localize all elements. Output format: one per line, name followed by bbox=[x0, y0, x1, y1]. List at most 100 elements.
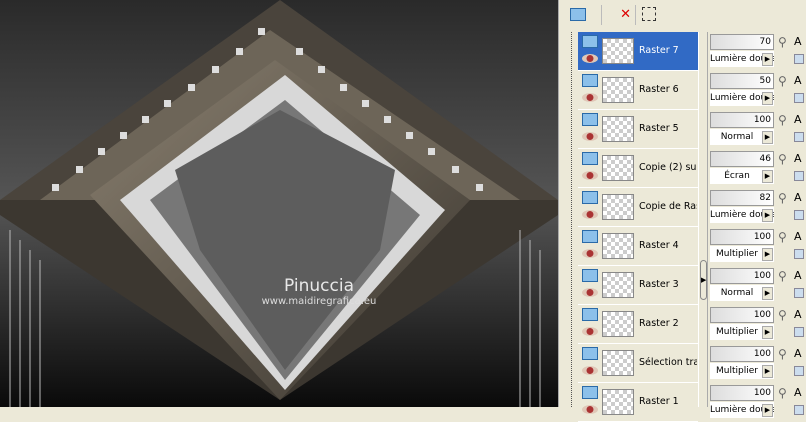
layer-name: Sélection transl bbox=[639, 357, 697, 368]
layer-thumbnail bbox=[602, 116, 634, 142]
layer-row[interactable]: Raster 5 bbox=[578, 110, 698, 149]
opacity-slider[interactable]: 82 bbox=[710, 190, 774, 206]
opacity-slider[interactable]: 70 bbox=[710, 34, 774, 50]
layer-row[interactable]: Copie (2) sur R bbox=[578, 149, 698, 188]
layer-thumbnail bbox=[602, 272, 634, 298]
blend-dropdown-arrow-icon[interactable]: ▶ bbox=[762, 404, 773, 417]
visibility-eye-icon[interactable] bbox=[582, 327, 598, 336]
link-icon[interactable]: ⚲ bbox=[778, 230, 787, 244]
visibility-eye-icon[interactable] bbox=[582, 171, 598, 180]
link-icon[interactable]: ⚲ bbox=[778, 191, 787, 205]
mask-toggle-icon[interactable] bbox=[794, 93, 804, 103]
layer-type-icon bbox=[582, 191, 598, 204]
lock-alpha-label[interactable]: A bbox=[794, 191, 802, 204]
blend-dropdown-arrow-icon[interactable]: ▶ bbox=[762, 365, 773, 378]
mask-toggle-icon[interactable] bbox=[794, 327, 804, 337]
blend-dropdown-arrow-icon[interactable]: ▶ bbox=[762, 209, 773, 222]
opacity-slider[interactable]: 100 bbox=[710, 268, 774, 284]
opacity-slider[interactable]: 46 bbox=[710, 151, 774, 167]
opacity-slider[interactable]: 100 bbox=[710, 112, 774, 128]
layer-properties: 100 Lumière douce ▶ ⚲ A bbox=[708, 383, 806, 422]
layer-properties: 100 Multiplier ▶ ⚲ A bbox=[708, 305, 806, 344]
link-icon[interactable]: ⚲ bbox=[778, 269, 787, 283]
opacity-slider[interactable]: 100 bbox=[710, 229, 774, 245]
layer-thumbnail bbox=[602, 350, 634, 376]
lock-alpha-label[interactable]: A bbox=[794, 113, 802, 126]
visibility-eye-icon[interactable] bbox=[582, 132, 598, 141]
mask-toggle-icon[interactable] bbox=[794, 210, 804, 220]
layer-name: Raster 3 bbox=[639, 279, 679, 290]
layer-type-icon bbox=[582, 269, 598, 282]
layer-row[interactable]: Sélection transl bbox=[578, 344, 698, 383]
link-icon[interactable]: ⚲ bbox=[778, 113, 787, 127]
new-layer-icon[interactable] bbox=[570, 5, 592, 25]
layer-properties: 82 Lumière douce ▶ ⚲ A bbox=[708, 188, 806, 227]
mask-toggle-icon[interactable] bbox=[794, 366, 804, 376]
link-icon[interactable]: ⚲ bbox=[778, 347, 787, 361]
lock-alpha-label[interactable]: A bbox=[794, 74, 802, 87]
panel-separator[interactable] bbox=[558, 0, 566, 407]
lock-alpha-label[interactable]: A bbox=[794, 347, 802, 360]
layer-row[interactable]: Raster 2 bbox=[578, 305, 698, 344]
edit-selection-icon[interactable] bbox=[642, 7, 656, 21]
link-icon[interactable]: ⚲ bbox=[778, 152, 787, 166]
mask-toggle-icon[interactable] bbox=[794, 249, 804, 259]
delete-layer-icon[interactable]: ✕ bbox=[609, 5, 631, 25]
layer-name: Raster 4 bbox=[639, 240, 679, 251]
lock-alpha-label[interactable]: A bbox=[794, 308, 802, 321]
blend-dropdown-arrow-icon[interactable]: ▶ bbox=[762, 131, 773, 144]
layer-type-icon bbox=[582, 113, 598, 126]
layer-properties: 70 Lumière douce ▶ ⚲ A bbox=[708, 32, 806, 71]
layer-properties: 100 Multiplier ▶ ⚲ A bbox=[708, 227, 806, 266]
visibility-eye-icon[interactable] bbox=[582, 54, 598, 63]
image-canvas[interactable]: Pinuccia www.maidiregrafica.eu bbox=[0, 0, 558, 407]
layer-row[interactable]: Raster 4 bbox=[578, 227, 698, 266]
opacity-slider[interactable]: 100 bbox=[710, 346, 774, 362]
layer-type-icon bbox=[582, 347, 598, 360]
layer-row[interactable]: Raster 3 bbox=[578, 266, 698, 305]
layer-thumbnail bbox=[602, 77, 634, 103]
blend-dropdown-arrow-icon[interactable]: ▶ bbox=[762, 53, 773, 66]
lock-alpha-label[interactable]: A bbox=[794, 35, 802, 48]
visibility-eye-icon[interactable] bbox=[582, 366, 598, 375]
visibility-eye-icon[interactable] bbox=[582, 288, 598, 297]
lock-alpha-label[interactable]: A bbox=[794, 386, 802, 399]
opacity-slider[interactable]: 100 bbox=[710, 307, 774, 323]
blend-dropdown-arrow-icon[interactable]: ▶ bbox=[762, 287, 773, 300]
panel-divider[interactable]: ▶ bbox=[698, 32, 708, 407]
opacity-slider[interactable]: 100 bbox=[710, 385, 774, 401]
blend-dropdown-arrow-icon[interactable]: ▶ bbox=[762, 92, 773, 105]
layer-name: Copie (2) sur R bbox=[639, 162, 697, 173]
link-icon[interactable]: ⚲ bbox=[778, 35, 787, 49]
visibility-eye-icon[interactable] bbox=[582, 210, 598, 219]
mask-toggle-icon[interactable] bbox=[794, 132, 804, 142]
layer-row[interactable]: Raster 1 bbox=[578, 383, 698, 422]
layer-row[interactable]: Raster 7 bbox=[578, 32, 698, 71]
expand-arrow-icon[interactable]: ▶ bbox=[700, 260, 707, 300]
mask-toggle-icon[interactable] bbox=[794, 54, 804, 64]
blend-dropdown-arrow-icon[interactable]: ▶ bbox=[762, 248, 773, 261]
blend-dropdown-arrow-icon[interactable]: ▶ bbox=[762, 326, 773, 339]
link-icon[interactable]: ⚲ bbox=[778, 386, 787, 400]
mask-toggle-icon[interactable] bbox=[794, 171, 804, 181]
visibility-eye-icon[interactable] bbox=[582, 405, 598, 414]
layer-name: Raster 6 bbox=[639, 84, 679, 95]
layers-panel: ✕ Raster 7 70 Lumière douce ▶ ⚲ A Raster… bbox=[566, 0, 806, 422]
layer-thumbnail bbox=[602, 389, 634, 415]
link-icon[interactable]: ⚲ bbox=[778, 74, 787, 88]
layer-type-icon bbox=[582, 386, 598, 399]
visibility-eye-icon[interactable] bbox=[582, 249, 598, 258]
layer-name: Raster 5 bbox=[639, 123, 679, 134]
link-icon[interactable]: ⚲ bbox=[778, 308, 787, 322]
visibility-eye-icon[interactable] bbox=[582, 93, 598, 102]
lock-alpha-label[interactable]: A bbox=[794, 152, 802, 165]
lock-alpha-label[interactable]: A bbox=[794, 269, 802, 282]
layer-row[interactable]: Raster 6 bbox=[578, 71, 698, 110]
layer-row[interactable]: Copie de Raste bbox=[578, 188, 698, 227]
lock-alpha-label[interactable]: A bbox=[794, 230, 802, 243]
artwork bbox=[0, 0, 558, 407]
layer-name: Raster 2 bbox=[639, 318, 679, 329]
mask-toggle-icon[interactable] bbox=[794, 288, 804, 298]
opacity-slider[interactable]: 50 bbox=[710, 73, 774, 89]
blend-dropdown-arrow-icon[interactable]: ▶ bbox=[762, 170, 773, 183]
